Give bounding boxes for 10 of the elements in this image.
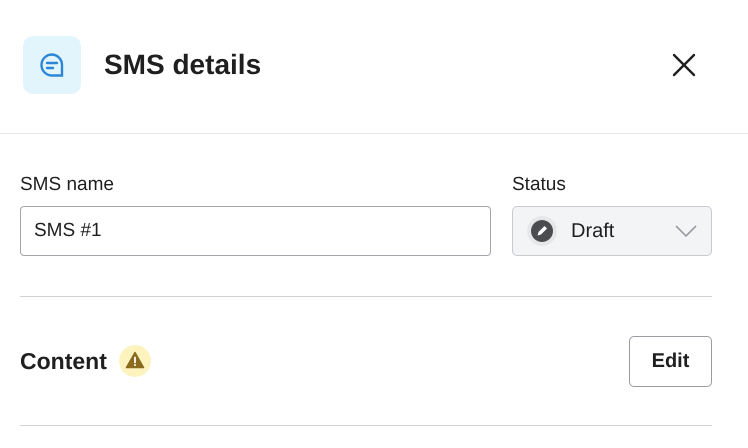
chat-icon	[39, 52, 65, 78]
status-select[interactable]: Draft	[512, 206, 712, 256]
field-label: SMS name	[20, 174, 115, 196]
panel-title: SMS details	[104, 48, 262, 80]
section-title: Content	[20, 348, 107, 374]
edit-button[interactable]: Edit	[629, 336, 712, 386]
name-input[interactable]: SMS #1	[20, 206, 491, 256]
field-label: Status	[512, 174, 567, 196]
chevron-down-icon	[675, 225, 697, 237]
pencil-icon	[527, 216, 557, 246]
